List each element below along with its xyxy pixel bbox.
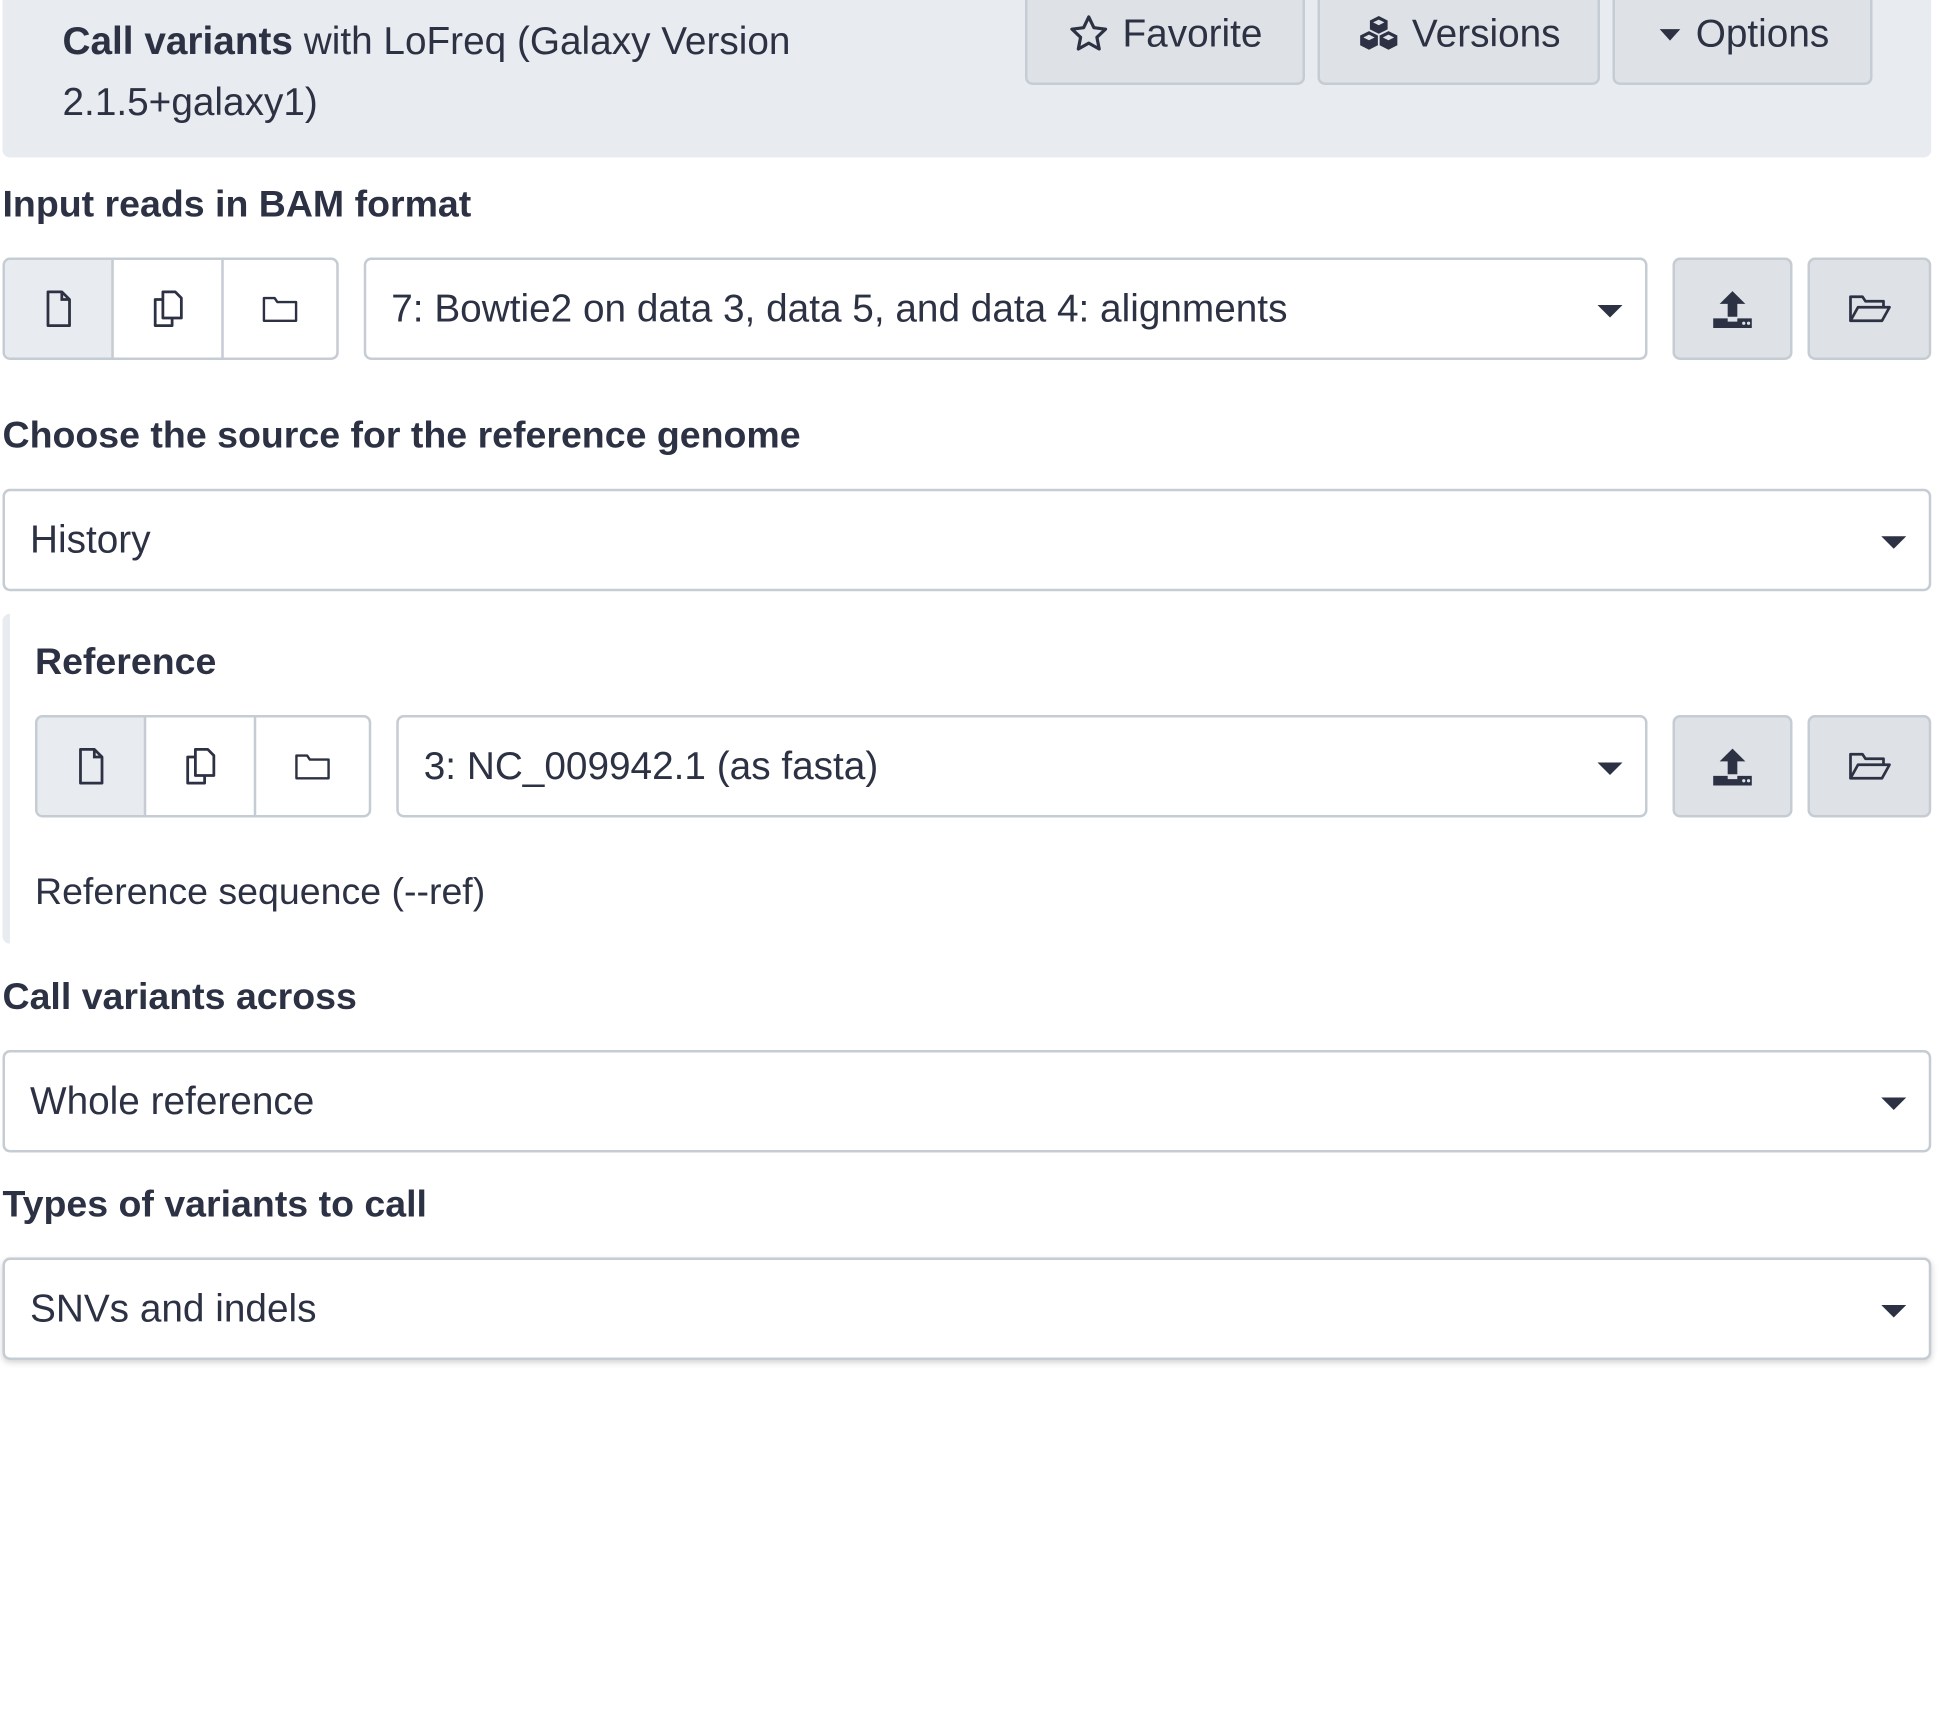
- tool-title-bold: Call variants: [62, 18, 293, 63]
- favorite-label: Favorite: [1122, 11, 1263, 55]
- favorite-button[interactable]: Favorite: [1025, 0, 1305, 85]
- reference-source-select[interactable]: History: [2, 488, 1932, 592]
- options-button[interactable]: Options: [1612, 0, 1873, 85]
- multiple-datasets-button[interactable]: [146, 717, 257, 815]
- versions-label: Versions: [1411, 11, 1561, 55]
- cubes-icon: [1359, 16, 1397, 50]
- dataset-collection-button[interactable]: [224, 260, 337, 358]
- versions-button[interactable]: Versions: [1317, 0, 1600, 85]
- folder-icon: [262, 296, 298, 323]
- reference-mode-group: [35, 715, 372, 818]
- call-across-label: Call variants across: [2, 976, 357, 1018]
- reference-label: Reference: [35, 641, 217, 683]
- reference-source-value: History: [30, 517, 151, 562]
- browse-datasets-button[interactable]: [1807, 715, 1932, 818]
- reference-help-text: Reference sequence (--ref): [35, 871, 486, 913]
- options-label: Options: [1695, 11, 1830, 55]
- tool-title: Call variants with LoFreq (Galaxy Versio…: [63, 10, 963, 133]
- dataset-collection-button[interactable]: [256, 718, 369, 816]
- upload-button[interactable]: [1672, 715, 1793, 818]
- folder-icon: [295, 754, 330, 780]
- copy-icon: [153, 290, 183, 328]
- chevron-down-icon: [1597, 762, 1623, 775]
- chevron-down-icon: [1881, 1097, 1907, 1110]
- browse-datasets-button[interactable]: [1807, 257, 1932, 360]
- chevron-down-icon: [1881, 1305, 1907, 1318]
- chevron-down-icon: [1881, 536, 1907, 549]
- tool-header: Call variants with LoFreq (Galaxy Versio…: [2, 0, 1932, 158]
- folder-open-icon: [1848, 752, 1891, 780]
- file-icon: [45, 290, 71, 328]
- single-dataset-button[interactable]: [37, 717, 147, 815]
- single-dataset-button[interactable]: [5, 260, 114, 358]
- upload-icon: [1713, 748, 1752, 786]
- upload-icon: [1713, 291, 1752, 329]
- copy-icon: [186, 747, 216, 785]
- caret-down-icon: [1659, 29, 1680, 41]
- input-reads-select[interactable]: 7: Bowtie2 on data 3, data 5, and data 4…: [363, 257, 1648, 360]
- call-across-select[interactable]: Whole reference: [2, 1050, 1932, 1153]
- call-across-value: Whole reference: [30, 1078, 315, 1123]
- reference-source-label: Choose the source for the reference geno…: [2, 415, 801, 457]
- chevron-down-icon: [1597, 305, 1623, 318]
- input-reads-label: Input reads in BAM format: [2, 183, 472, 225]
- file-icon: [78, 747, 103, 785]
- tool-form: Call variants with LoFreq (Galaxy Versio…: [0, 0, 1947, 1728]
- star-icon: [1070, 15, 1108, 51]
- variant-types-value: SNVs and indels: [30, 1286, 317, 1330]
- variant-types-label: Types of variants to call: [2, 1183, 427, 1225]
- input-reads-mode-group: [2, 257, 339, 360]
- folder-open-icon: [1848, 295, 1891, 323]
- upload-button[interactable]: [1672, 257, 1793, 360]
- reference-select[interactable]: 3: NC_009942.1 (as fasta): [396, 715, 1648, 818]
- multiple-datasets-button[interactable]: [114, 260, 224, 358]
- reference-value: 3: NC_009942.1 (as fasta): [423, 743, 879, 788]
- input-reads-value: 7: Bowtie2 on data 3, data 5, and data 4…: [391, 286, 1288, 330]
- variant-types-select[interactable]: SNVs and indels: [2, 1257, 1932, 1360]
